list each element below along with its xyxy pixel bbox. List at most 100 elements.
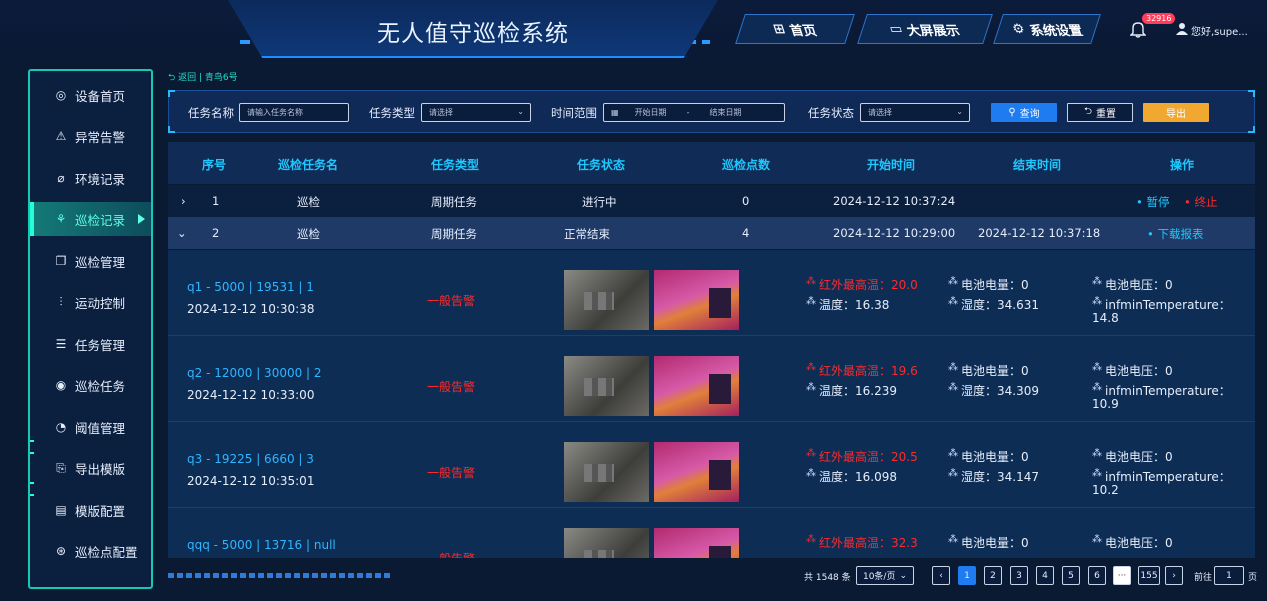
start-date-input[interactable]: 开始日期: [635, 107, 667, 118]
task-status-select[interactable]: 请选择 ⌄: [860, 103, 970, 122]
detail-row: q3 - 19225 | 6660 | 3 2024-12-12 10:35:0…: [168, 422, 1255, 508]
sidebar-item-inspection-tasks[interactable]: ◉ 巡检任务: [30, 368, 151, 402]
sidebar-item-template-config[interactable]: ▤ 模版配置: [30, 493, 151, 527]
sidebar-item-point-config[interactable]: ⊛ 巡检点配置: [30, 534, 151, 568]
task-name-input[interactable]: 请输入任务名称: [239, 103, 349, 122]
end-date-input[interactable]: 结束日期: [709, 107, 741, 118]
stop-action-link[interactable]: • 终止: [1184, 194, 1217, 210]
spinner-icon: ⁂: [948, 448, 958, 459]
prev-page-button[interactable]: ‹: [932, 566, 950, 585]
collapse-chevron-icon[interactable]: ⌄: [177, 226, 187, 240]
sidebar-item-device-home[interactable]: ◎ 设备首页: [30, 78, 151, 112]
frame-corner: [1248, 126, 1255, 133]
spinner-icon: ⁂: [806, 534, 816, 545]
sidebar-item-task-management[interactable]: ☰ 任务管理: [30, 327, 151, 361]
battery-voltage: ⁂ 电池电压：0: [1092, 534, 1173, 550]
page-button[interactable]: 6: [1088, 566, 1106, 585]
alarm-level: 一般告警: [427, 466, 476, 480]
task-type-label: 任务类型: [369, 106, 415, 120]
thermal-image[interactable]: [654, 270, 739, 330]
reset-button[interactable]: ⮌ 重置: [1067, 103, 1133, 122]
monitor-icon: ▭: [887, 21, 906, 37]
thermal-image[interactable]: [654, 528, 739, 558]
page-button[interactable]: 4: [1036, 566, 1054, 585]
horizontal-scrollbar[interactable]: [168, 573, 390, 578]
grid-icon: ⊞: [771, 21, 788, 37]
export-button[interactable]: 导出: [1143, 103, 1209, 122]
thermal-image[interactable]: [654, 442, 739, 502]
cell-point-count: 0: [742, 194, 750, 208]
next-page-button[interactable]: ›: [1165, 566, 1183, 585]
expand-chevron-icon[interactable]: ›: [181, 194, 186, 208]
nav-home[interactable]: ⊞ 首页: [735, 14, 855, 44]
page-button[interactable]: 3: [1010, 566, 1028, 585]
sidebar-item-inspection-records[interactable]: ⚘ 巡检记录: [30, 202, 151, 236]
gauge-icon: ◔: [55, 420, 67, 434]
col-header-task-name: 巡检任务名: [278, 158, 339, 172]
date-range-picker[interactable]: ▦ 开始日期 - 结束日期: [603, 103, 785, 122]
nav-settings[interactable]: ⚙ 系统设置: [993, 14, 1101, 44]
cell-index: 1: [212, 194, 220, 208]
pause-action-link[interactable]: • 暂停: [1136, 194, 1169, 210]
table-row[interactable]: › 1 巡检 周期任务 进行中 0 2024-12-12 10:37:24 • …: [168, 185, 1255, 217]
sidebar-item-motion-control[interactable]: ⫶ 运动控制: [30, 285, 151, 319]
humidity: ⁂ 湿度：34.147: [948, 468, 1039, 484]
list-icon: ☰: [55, 337, 67, 351]
table-row[interactable]: ⌄ 2 巡检 周期任务 正常结束 4 2024-12-12 10:29:00 2…: [168, 217, 1255, 249]
warning-icon: ⚠: [55, 129, 67, 143]
gear-icon: ⚙: [1010, 21, 1027, 37]
spinner-icon: ⁂: [1092, 276, 1102, 287]
visible-light-image[interactable]: [564, 528, 649, 558]
task-name-label: 任务名称: [188, 106, 234, 120]
breadcrumb[interactable]: ⮌ 返回 | 青鸟6号: [168, 70, 238, 86]
col-header-index: 序号: [202, 158, 227, 172]
sidebar-item-environment[interactable]: ⌀ 环境记录: [30, 161, 151, 195]
goto-page-input[interactable]: 1: [1214, 566, 1244, 585]
download-report-link[interactable]: • 下载报表: [1147, 226, 1203, 242]
col-header-end-time: 结束时间: [1013, 158, 1062, 172]
spinner-icon: ⁂: [1092, 362, 1102, 373]
total-count: 共 1548 条: [804, 573, 851, 583]
search-button[interactable]: ⚲ 查询: [991, 103, 1057, 122]
more-pages-button[interactable]: ···: [1113, 566, 1131, 585]
visible-light-image[interactable]: [564, 356, 649, 416]
location-icon: ◎: [55, 88, 67, 102]
visible-light-image[interactable]: [564, 442, 649, 502]
page-button[interactable]: 1: [958, 566, 976, 585]
thermal-image[interactable]: [654, 356, 739, 416]
page-button[interactable]: 2: [984, 566, 1002, 585]
sidebar-item-inspection-management[interactable]: ❐ 巡检管理: [30, 244, 151, 278]
visible-light-image[interactable]: [564, 270, 649, 330]
spinner-icon: ⁂: [948, 276, 958, 287]
sidebar-item-alarms[interactable]: ⚠ 异常告警: [30, 119, 151, 153]
alarm-level: 一般告警: [427, 294, 476, 308]
page-button[interactable]: 5: [1062, 566, 1080, 585]
copy-icon: ❐: [55, 254, 67, 268]
point-config-icon: ⊛: [55, 544, 67, 558]
task-type-select[interactable]: 请选择 ⌄: [421, 103, 531, 122]
page-size-select[interactable]: 10条/页 ⌄: [856, 566, 914, 585]
temperature: ⁂ 温度：16.38: [806, 296, 890, 312]
sidebar-scroll-marker[interactable]: [30, 440, 34, 454]
col-header-start-time: 开始时间: [867, 158, 916, 172]
sidebar-item-export-template[interactable]: ⎘ 导出模版: [30, 451, 151, 485]
page-button[interactable]: 155: [1138, 566, 1160, 585]
user-menu[interactable]: 您好,supe...: [1176, 22, 1248, 38]
chevron-down-icon: ⌄: [956, 107, 963, 116]
battery-level: ⁂ 电池电量：0: [948, 534, 1029, 550]
filter-bar: 任务名称 请输入任务名称 任务类型 请选择 ⌄ 时间范围 ▦ 开始日期 - 结束…: [168, 90, 1255, 133]
sidebar-item-threshold[interactable]: ◔ 阈值管理: [30, 410, 151, 444]
doc-settings-icon: ▤: [55, 503, 67, 517]
spinner-icon: ⁂: [1092, 448, 1102, 459]
point-title[interactable]: q2 - 12000 | 30000 | 2: [187, 366, 322, 380]
humidity: ⁂ 湿度：34.631: [948, 296, 1039, 312]
point-title[interactable]: q3 - 19225 | 6660 | 3: [187, 452, 314, 466]
point-title[interactable]: qqq - 5000 | 13716 | null: [187, 538, 336, 552]
search-icon: ⚲: [1008, 107, 1016, 118]
sidebar-scroll-marker[interactable]: [30, 482, 34, 496]
spinner-icon: ⁂: [806, 296, 816, 307]
target-icon: ◉: [55, 378, 67, 392]
bell-icon[interactable]: [1129, 20, 1147, 42]
point-title[interactable]: q1 - 5000 | 19531 | 1: [187, 280, 314, 294]
nav-big-screen[interactable]: ▭ 大屏展示: [857, 14, 993, 44]
